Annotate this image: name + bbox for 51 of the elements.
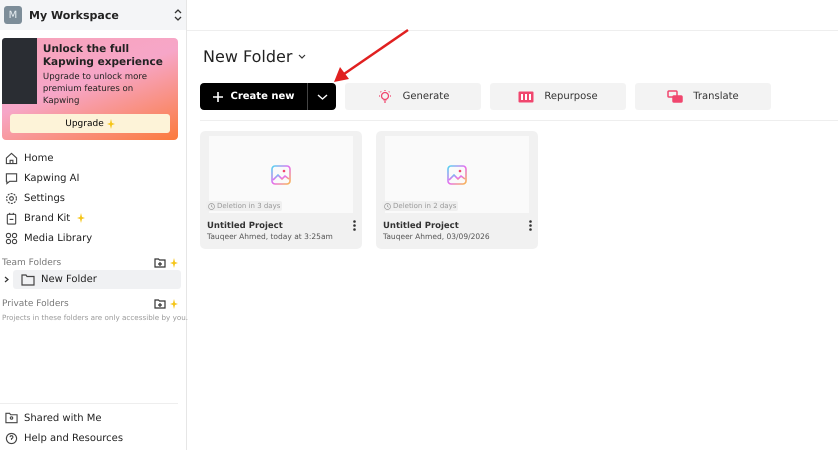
folder-title[interactable]: New Folder xyxy=(203,46,292,66)
upgrade-button[interactable]: Upgrade xyxy=(10,114,170,133)
action-button[interactable]: Translate xyxy=(635,83,771,110)
chat-bubble-icon xyxy=(5,172,18,184)
project-title[interactable]: Untitled Project xyxy=(207,220,353,230)
nav-item[interactable]: Settings xyxy=(5,190,186,206)
promo-title: Unlock the full Kapwing experience xyxy=(42,43,164,69)
project-title[interactable]: Untitled Project xyxy=(383,220,529,230)
sparkle-icon xyxy=(76,213,86,223)
editor-screenshot-placeholder xyxy=(2,38,37,104)
nav-item[interactable]: Media Library xyxy=(5,230,186,246)
folder-item[interactable]: New Folder xyxy=(13,270,181,289)
workspace-avatar: M xyxy=(4,6,22,24)
clock-icon xyxy=(208,202,215,210)
chevron-down-icon xyxy=(316,94,328,100)
clock-icon xyxy=(384,202,391,210)
help-icon xyxy=(5,432,18,444)
new-folder-icon[interactable] xyxy=(154,258,166,268)
workspace-name[interactable]: My Workspace xyxy=(29,8,167,22)
shared-folder-icon xyxy=(5,412,18,424)
sparkle-icon xyxy=(169,258,178,268)
grid-icon xyxy=(5,232,18,244)
image-icon xyxy=(447,164,467,184)
plus-icon xyxy=(212,92,222,102)
up-down-chevron-icon[interactable] xyxy=(174,9,182,21)
nav-item[interactable]: Help and Resources xyxy=(5,430,178,446)
image-icon xyxy=(271,164,291,184)
more-options-icon[interactable] xyxy=(353,220,356,231)
home-icon xyxy=(5,152,18,164)
nav-item[interactable]: Kapwing AI xyxy=(5,170,186,186)
section-heading: Team Folders xyxy=(2,258,62,268)
section-heading: Private Folders xyxy=(2,299,69,309)
folder-name: New Folder xyxy=(41,274,97,285)
new-folder-icon[interactable] xyxy=(154,299,166,309)
brand-kit-icon xyxy=(5,212,18,224)
action-button[interactable]: Generate xyxy=(345,83,481,110)
film-strip-icon xyxy=(518,90,534,102)
promo-text: Upgrade to unlock more premium features on Kapwing xyxy=(42,71,148,107)
more-options-icon[interactable] xyxy=(529,220,532,231)
nav-item[interactable]: Brand Kit xyxy=(5,210,186,226)
folder-icon xyxy=(21,274,35,286)
nav-item[interactable]: Home xyxy=(5,150,186,166)
action-button[interactable]: Repurpose xyxy=(490,83,626,110)
settings-icon xyxy=(5,192,18,204)
expand-caret-icon[interactable] xyxy=(4,276,9,283)
nav-item[interactable]: Shared with Me xyxy=(5,410,178,426)
sparkle-icon xyxy=(106,118,115,128)
sparkle-icon xyxy=(169,299,178,309)
translate-icon xyxy=(667,90,684,104)
chevron-down-icon[interactable] xyxy=(298,54,306,58)
lightbulb-icon xyxy=(376,88,393,104)
